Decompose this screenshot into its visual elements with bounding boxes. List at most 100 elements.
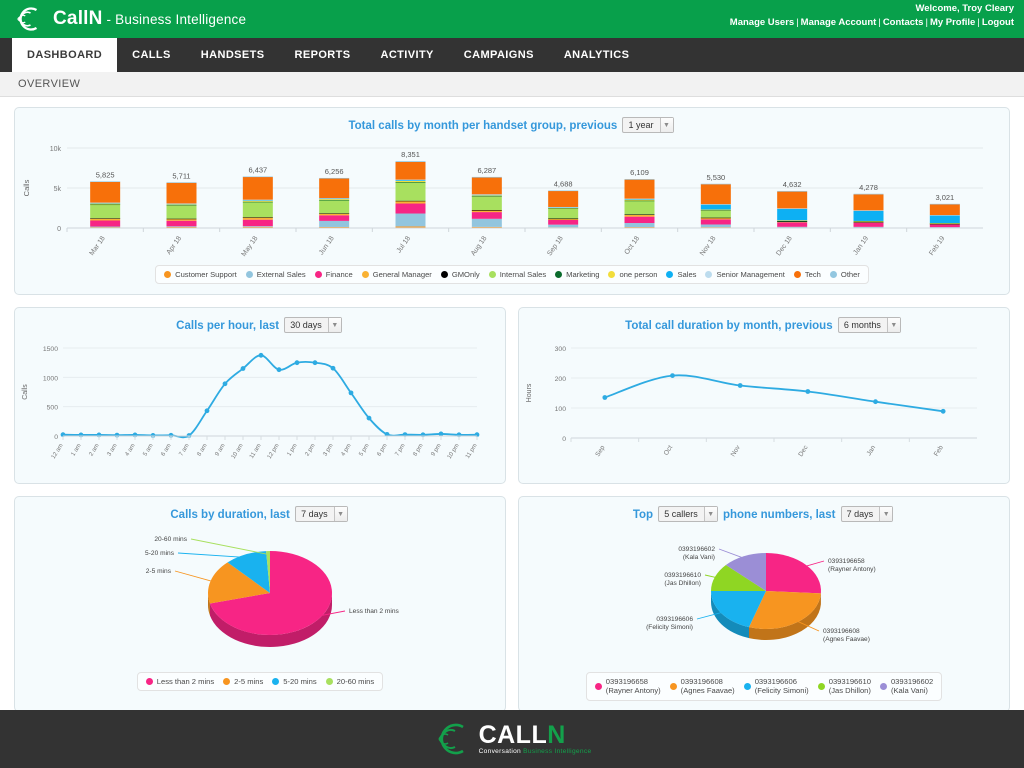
range-select-calls-by-duration[interactable]: 7 days ▼ [295,506,348,522]
panel-title-text: Calls per hour, last [176,320,279,332]
legend-label: 20-60 mins [337,677,375,686]
svg-text:Jun 18: Jun 18 [318,235,336,256]
legend-item[interactable]: Tech [794,270,821,279]
svg-text:6,256: 6,256 [325,167,344,176]
footer-word-call: CALL [479,721,548,749]
legend-item[interactable]: Sales [666,270,696,279]
link-manage-account[interactable]: Manage Account [801,17,877,28]
legend-item[interactable]: 0393196658(Rayner Antony) [595,677,661,696]
svg-text:Mar 18: Mar 18 [89,235,107,257]
legend-item[interactable]: one person [608,270,657,279]
footer-word: CALLN [479,723,592,747]
chevron-down-icon: ▼ [334,507,347,521]
link-contacts[interactable]: Contacts [883,17,924,28]
svg-text:5,711: 5,711 [172,171,190,180]
legend-item[interactable]: Internal Sales [489,270,546,279]
legend-item[interactable]: Marketing [555,270,599,279]
tab-handsets[interactable]: HANDSETS [186,38,280,72]
legend-label: External Sales [257,270,306,279]
svg-text:4 pm: 4 pm [341,443,353,457]
tab-calls[interactable]: CALLS [117,38,186,72]
link-logout[interactable]: Logout [982,17,1014,28]
svg-text:10k: 10k [50,146,62,153]
brand-title: CallN - Business Intelligence [53,8,246,30]
panel-total-calls-by-month: Total calls by month per handset group, … [14,107,1010,295]
panel-title-text-middle: phone numbers, last [723,509,835,521]
svg-text:Calls: Calls [22,384,29,400]
svg-text:Oct 18: Oct 18 [624,235,642,256]
link-manage-users[interactable]: Manage Users [730,17,794,28]
legend-label: 2-5 mins [234,677,263,686]
svg-text:3,021: 3,021 [935,193,954,202]
callers-count-value: 5 callers [664,509,704,519]
svg-text:4,278: 4,278 [859,183,878,192]
link-my-profile[interactable]: My Profile [930,17,975,28]
legend-label: 0393196610(Jas Dhillon) [829,677,871,696]
chevron-down-icon: ▼ [660,118,673,132]
legend-item[interactable]: Customer Support [164,270,237,279]
legend-color-dot [880,683,887,690]
legend-label: Tech [805,270,821,279]
legend-label: General Manager [373,270,432,279]
range-select-stacked-bar[interactable]: 1 year ▼ [622,117,673,133]
tab-activity[interactable]: ACTIVITY [365,38,448,72]
legend-item[interactable]: 0393196608(Agnes Faavae) [670,677,735,696]
legend-handset-groups: Customer Support External Sales Finance Gen… [155,265,869,284]
range-select-value: 7 days [301,509,334,519]
tab-analytics[interactable]: ANALYTICS [549,38,645,72]
svg-text:10 am: 10 am [231,443,245,460]
footer-tagline-b: Business Intelligence [521,748,591,755]
legend-item[interactable]: Less than 2 mins [146,677,214,686]
legend-item[interactable]: External Sales [246,270,306,279]
tab-dashboard[interactable]: DASHBOARD [12,38,117,72]
svg-text:Feb: Feb [933,444,945,458]
legend-color-dot [315,271,322,278]
range-select-call-duration[interactable]: 6 months ▼ [838,317,901,333]
svg-text:6,287: 6,287 [477,166,496,175]
tab-campaigns[interactable]: CAMPAIGNS [449,38,549,72]
panel-title-call-duration: Total call duration by month, previous 6… [519,308,1009,338]
legend-item[interactable]: 0393196602(Kala Vani) [880,677,933,696]
svg-text:(Kala Vani): (Kala Vani) [683,554,715,561]
legend-item[interactable]: GMOnly [441,270,480,279]
page-footer: CALLN Conversation Business Intelligence [0,710,1024,768]
svg-text:Nov 18: Nov 18 [699,235,718,257]
range-select-calls-per-hour[interactable]: 30 days ▼ [284,317,342,333]
svg-text:2-5 mins: 2-5 mins [146,568,172,575]
svg-text:1 am: 1 am [71,443,83,457]
svg-text:8 am: 8 am [197,443,209,457]
footer-logo: CALLN Conversation Business Intelligence [433,719,592,759]
svg-text:5,530: 5,530 [706,173,725,182]
legend-item[interactable]: 20-60 mins [326,677,375,686]
legend-item[interactable]: 0393196606(Felicity Simoni) [744,677,809,696]
link-sep: | [925,17,927,28]
legend-label: Senior Management [716,270,784,279]
panel-title-calls-by-duration: Calls by duration, last 7 days ▼ [15,497,505,527]
brand[interactable]: CallN - Business Intelligence [0,4,246,34]
svg-text:100: 100 [555,406,567,413]
range-select-value: 7 days [847,509,880,519]
legend-color-dot [362,271,369,278]
svg-text:5-20 mins: 5-20 mins [145,550,175,557]
legend-item[interactable]: Senior Management [705,270,784,279]
panel-call-duration: Total call duration by month, previous 6… [518,307,1010,484]
callers-count-select[interactable]: 5 callers ▼ [658,506,718,522]
subnav-item-overview[interactable]: OVERVIEW [18,78,80,90]
legend-item[interactable]: 5-20 mins [272,677,316,686]
legend-item[interactable]: General Manager [362,270,432,279]
range-select-top-numbers[interactable]: 7 days ▼ [841,506,894,522]
legend-item[interactable]: 0393196610(Jas Dhillon) [818,677,871,696]
svg-text:Jan 19: Jan 19 [852,235,870,256]
legend-color-dot [705,271,712,278]
legend-item[interactable]: Finance [315,270,353,279]
svg-text:10 pm: 10 pm [447,443,461,460]
tab-reports[interactable]: REPORTS [280,38,366,72]
svg-text:6 am: 6 am [161,443,173,457]
stacked-bar-svg: 05k10kCalls5,825Mar 185,711Apr 186,437Ma… [15,138,997,260]
chart-calls-per-hour: 050010001500Calls12 am1 am2 am3 am4 am5 … [15,338,505,483]
legend-item[interactable]: 2-5 mins [223,677,263,686]
svg-text:Jul 18: Jul 18 [396,235,413,254]
legend-item[interactable]: Other [830,270,860,279]
chart-total-calls-by-month: 05k10kCalls5,825Mar 185,711Apr 186,437Ma… [15,138,1009,265]
footer-wordmark: CALLN Conversation Business Intelligence [479,723,592,755]
